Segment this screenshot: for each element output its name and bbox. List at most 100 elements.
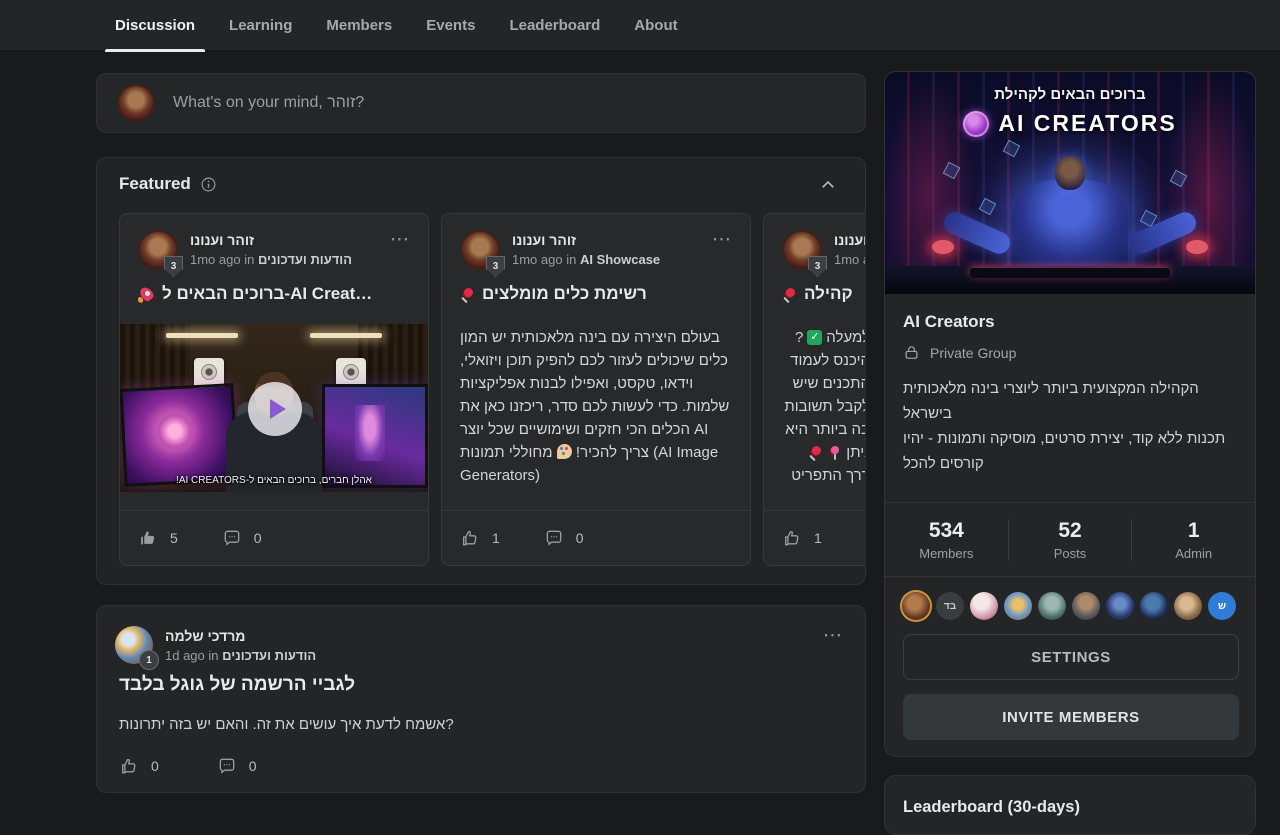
tab-learning[interactable]: Learning: [219, 0, 302, 50]
collapse-chevron-up-icon[interactable]: [819, 176, 837, 194]
info-icon[interactable]: [200, 176, 217, 193]
post-title[interactable]: לגביי הרשמה של גוגל בלבד: [119, 674, 355, 696]
play-button[interactable]: [248, 382, 302, 436]
settings-button[interactable]: SETTINGS: [903, 634, 1239, 680]
like-control[interactable]: 0: [119, 756, 159, 776]
like-control[interactable]: 1: [460, 528, 500, 548]
post-category[interactable]: הודעות ועדכונים: [222, 648, 316, 663]
author-avatar[interactable]: 1: [115, 626, 153, 664]
invite-members-button[interactable]: INVITE MEMBERS: [903, 694, 1239, 740]
check-emoji: ✓: [807, 330, 822, 345]
member-avatar[interactable]: [970, 592, 998, 620]
like-count: 1: [814, 530, 822, 546]
thumbs-up-icon: [119, 756, 139, 776]
more-options-icon[interactable]: ⋯: [712, 228, 732, 251]
tab-about[interactable]: About: [624, 0, 687, 50]
more-options-icon[interactable]: ⋯: [390, 228, 410, 251]
member-avatar[interactable]: [1038, 592, 1066, 620]
description-line: תכנות ללא קוד, יצירת סרטים, מוסיקה ותמונ…: [903, 426, 1239, 476]
card-footer: 5 0: [120, 510, 428, 565]
banner-figure-head: [1055, 156, 1085, 190]
post-body-line: לקבל תשובות: [782, 395, 865, 418]
current-user-avatar[interactable]: [117, 84, 155, 122]
brain-icon: [963, 111, 989, 137]
post-body[interactable]: אשמח לדעת איך עושים את זה. והאם יש בזה י…: [119, 716, 454, 733]
group-name: AI Creators: [903, 312, 995, 332]
post-title-text: קהילה: [804, 284, 853, 304]
featured-card-tools[interactable]: 3 זוהר וענונו 1mo ago in AI Showcase ⋯ ר…: [441, 213, 751, 566]
group-stats: 534 Members 52 Posts 1 Admin: [885, 502, 1255, 577]
tab-events[interactable]: Events: [416, 0, 485, 50]
author-name[interactable]: זוהר וענונו: [512, 230, 660, 250]
post-body[interactable]: ?✓למעלההיכנס לעמודהתכנים שישלקבל תשובותב…: [782, 326, 865, 487]
like-control[interactable]: 5: [138, 528, 178, 548]
stat-value: 1: [1132, 519, 1255, 543]
post-title[interactable]: רשימת כלים מומלצים: [460, 284, 732, 304]
banner-welcome-text: ברוכים הבאים לקהילת: [885, 86, 1255, 103]
thumbs-up-icon: [138, 528, 158, 548]
member-avatar[interactable]: [1140, 592, 1168, 620]
author-avatar[interactable]: 3: [138, 230, 178, 270]
tab-discussion[interactable]: Discussion: [105, 0, 205, 50]
card-header: 3 זוהר וענונו 1mo ago in: [782, 230, 865, 270]
member-avatars-row: בד ש: [902, 592, 1236, 620]
thumb-decor: [310, 333, 382, 338]
card-header: 3 זוהר וענונו 1mo ago in הודעות ועדכונים…: [138, 230, 410, 270]
post-title[interactable]: ברוכים הבאים ל-AI Creat…: [138, 284, 410, 304]
banner-figure-hand: [1186, 240, 1208, 254]
tab-leaderboard[interactable]: Leaderboard: [499, 0, 610, 50]
member-avatar[interactable]: [1004, 592, 1032, 620]
featured-section: Featured 3 זוהר וענונו 1mo ago in הודעות…: [96, 157, 866, 585]
post-title[interactable]: קהילה: [782, 284, 865, 304]
member-avatar[interactable]: [1174, 592, 1202, 620]
member-avatar[interactable]: [1072, 592, 1100, 620]
stat-label: Posts: [1009, 546, 1132, 561]
post-body-text: ?: [795, 329, 803, 346]
description-line: הקהילה המקצועית ביותר ליוצרי בינה מלאכות…: [903, 376, 1239, 426]
author-name[interactable]: זוהר וענונו: [190, 230, 352, 250]
featured-card-community[interactable]: 3 זוהר וענונו 1mo ago in קהילה ?✓למעלההי…: [763, 213, 865, 566]
member-avatar-initials[interactable]: בד: [936, 592, 964, 620]
post-footer: 0 0: [119, 756, 257, 776]
thumbs-up-icon: [782, 528, 802, 548]
level-badge: 1: [139, 650, 159, 670]
author-name[interactable]: זוהר וענונו: [834, 230, 865, 250]
like-control[interactable]: 1: [782, 528, 822, 548]
post-body[interactable]: בעולם היצירה עם בינה מלאכותית יש המון כל…: [460, 326, 732, 512]
post-composer[interactable]: What's on your mind, זוהר?: [96, 73, 866, 133]
tab-members[interactable]: Members: [316, 0, 402, 50]
member-avatar[interactable]: [902, 592, 930, 620]
author-avatar[interactable]: 3: [460, 230, 500, 270]
author-name[interactable]: מרדכי שלמה: [165, 626, 316, 646]
more-options-icon[interactable]: ⋯: [823, 624, 843, 647]
post-body-text: דרך התפריט: [791, 467, 865, 484]
member-avatar-initials[interactable]: ש: [1208, 592, 1236, 620]
comment-control[interactable]: 0: [217, 756, 257, 776]
post-body-text: היכנס לעמוד: [790, 352, 865, 369]
banner-figure: [1012, 180, 1128, 276]
post-category[interactable]: AI Showcase: [580, 252, 660, 267]
group-banner[interactable]: ברוכים הבאים לקהילת AI CREATORS: [885, 72, 1255, 294]
banner-figure-hand: [932, 240, 954, 254]
post-category[interactable]: הודעות ועדכונים: [258, 252, 352, 267]
post-body-text: בה ביותר היא: [785, 421, 865, 438]
post-body-text: בעולם היצירה עם בינה מלאכותית יש המון כל…: [460, 329, 729, 461]
stat-members[interactable]: 534 Members: [885, 519, 1008, 561]
stat-posts[interactable]: 52 Posts: [1008, 519, 1132, 561]
stat-label: Members: [885, 546, 1008, 561]
author-avatar[interactable]: 3: [782, 230, 822, 270]
active-tab-underline: [105, 49, 205, 52]
feed-post[interactable]: 1 מרדכי שלמה 1d ago in הודעות ועדכונים ⋯…: [96, 605, 866, 793]
leaderboard-title: Leaderboard (30-days): [903, 798, 1080, 817]
stat-admins[interactable]: 1 Admin: [1131, 519, 1255, 561]
comment-control[interactable]: 0: [544, 528, 584, 548]
banner-brand-row: AI CREATORS: [885, 110, 1255, 137]
video-thumbnail[interactable]: אהלן חברים, ברוכים הבאים ל-AI CREATORS!: [120, 324, 428, 492]
featured-card-welcome[interactable]: 3 זוהר וענונו 1mo ago in הודעות ועדכונים…: [119, 213, 429, 566]
level-badge: 3: [164, 256, 183, 277]
post-body-line: ?✓למעלה: [782, 326, 865, 349]
comment-icon: [222, 528, 242, 548]
member-avatar[interactable]: [1106, 592, 1134, 620]
comment-control[interactable]: 0: [222, 528, 262, 548]
top-navigation: Discussion Learning Members Events Leade…: [0, 0, 1280, 52]
